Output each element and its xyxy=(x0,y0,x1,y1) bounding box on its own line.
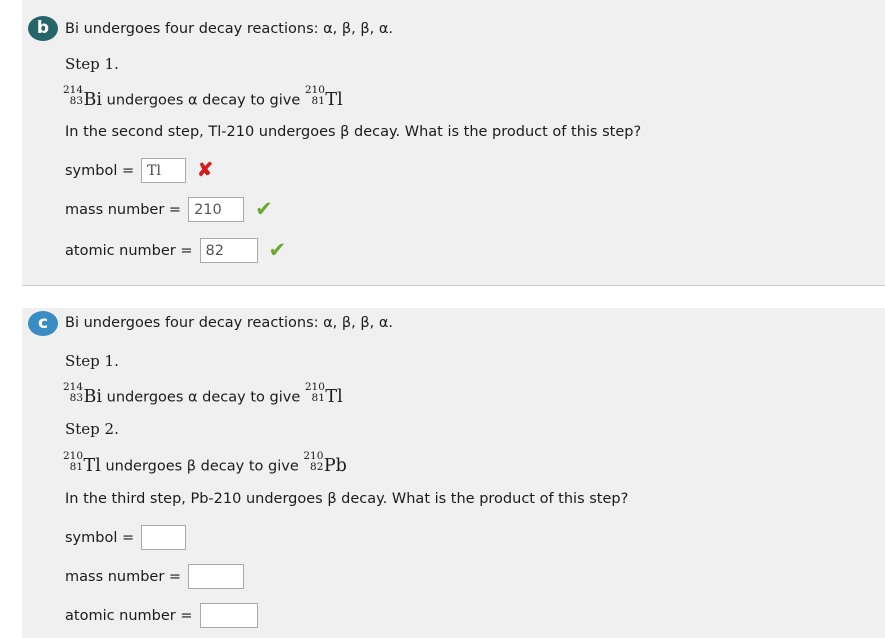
section-b-step1-label: Step 1. xyxy=(65,55,119,73)
reactant-symbol: Bi xyxy=(83,89,103,110)
answer-row-atomic-b: atomic number = ✔ xyxy=(65,238,286,263)
reactant-indices: 210 81 xyxy=(63,450,84,473)
answer-label-atomic-number: atomic number = xyxy=(65,607,193,624)
answer-row-mass-b: mass number = ✔ xyxy=(65,197,273,222)
product-symbol: Tl xyxy=(325,386,343,407)
section-badge-c: c xyxy=(28,311,58,336)
answer-label-symbol: symbol = xyxy=(65,162,135,179)
section-c-step2-equation: 210 81 Tl undergoes β decay to give 210 82 P… xyxy=(63,450,347,476)
mass-number-input-b[interactable] xyxy=(188,197,245,222)
reactant-indices: 214 83 xyxy=(63,381,84,404)
answer-row-symbol-b: symbol = ✘ xyxy=(65,158,213,183)
symbol-input-b[interactable] xyxy=(141,158,187,183)
symbol-input-c[interactable] xyxy=(141,525,187,550)
section-b-question: In the second step, Tl-210 undergoes β d… xyxy=(65,124,642,140)
answer-label-mass-number: mass number = xyxy=(65,568,182,585)
section-c-step2-label: Step 2. xyxy=(65,420,119,438)
section-b-intro: Bi undergoes four decay reactions: α, β,… xyxy=(65,21,393,37)
correct-check-icon: ✔ xyxy=(255,197,273,221)
product-indices: 210 81 xyxy=(304,381,325,404)
equation-middle-text: undergoes β decay to give xyxy=(105,458,299,475)
correct-check-icon: ✔ xyxy=(268,238,287,262)
product-indices: 210 81 xyxy=(304,84,325,107)
atomic-number-input-b[interactable] xyxy=(199,238,258,263)
answer-row-mass-c: mass number = xyxy=(65,564,245,589)
answer-label-symbol: symbol = xyxy=(65,529,135,546)
incorrect-x-icon: ✘ xyxy=(197,159,214,181)
reactant-symbol: Bi xyxy=(83,386,103,407)
section-c-step1-equation: 214 83 Bi undergoes α decay to give 210 81 T… xyxy=(63,381,343,407)
section-b-step1-equation: 214 83 Bi undergoes α decay to give 210 81 T… xyxy=(63,84,343,110)
reactant-indices: 214 83 xyxy=(63,84,84,107)
section-c-intro: Bi undergoes four decay reactions: α, β,… xyxy=(65,315,393,331)
product-symbol: Pb xyxy=(323,455,347,476)
answer-row-symbol-c: symbol = xyxy=(65,525,187,550)
exercise-page: b Bi undergoes four decay reactions: α, … xyxy=(0,0,885,638)
section-badge-b: b xyxy=(28,16,58,41)
answer-label-atomic-number: atomic number = xyxy=(65,242,193,259)
equation-middle-text: undergoes α decay to give xyxy=(106,92,301,109)
equation-middle-text: undergoes α decay to give xyxy=(106,389,301,406)
product-symbol: Tl xyxy=(325,89,343,110)
answer-row-atomic-c: atomic number = xyxy=(65,603,258,628)
mass-number-input-c[interactable] xyxy=(188,564,245,589)
section-c-step1-label: Step 1. xyxy=(65,352,119,370)
product-indices: 210 82 xyxy=(303,450,324,473)
answer-label-mass-number: mass number = xyxy=(65,201,182,218)
reactant-symbol: Tl xyxy=(83,455,101,476)
atomic-number-input-c[interactable] xyxy=(199,603,258,628)
section-c-question: In the third step, Pb-210 undergoes β de… xyxy=(65,491,629,507)
